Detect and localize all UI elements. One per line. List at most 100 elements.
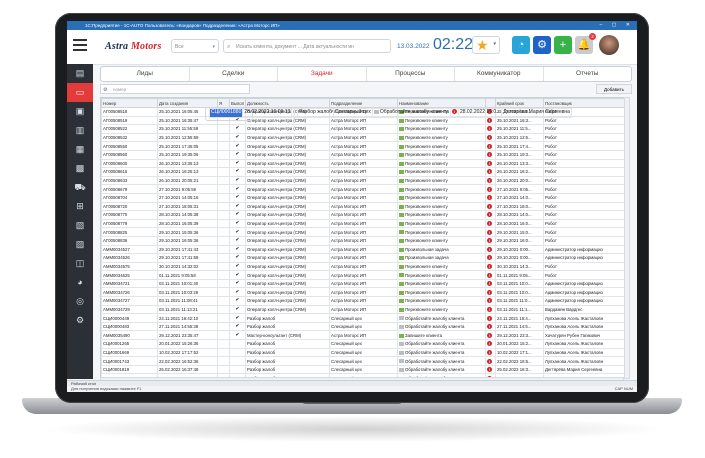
global-search-input[interactable]: ⌕ Искать клиента, документ ... Дата актуа… <box>223 39 391 53</box>
sidebar-item-warehouse[interactable]: ▨ <box>67 235 93 254</box>
table-row[interactable]: АГ00508522 25.10.2021 11:55:59 ✔ Оператор к… <box>101 124 625 134</box>
table-row[interactable]: АГ00508615 26.10.2021 16:25:13 ✔ Оператор к… <box>101 167 625 177</box>
table-cell: ! <box>485 158 496 169</box>
add-button[interactable]: + <box>554 36 572 54</box>
table-cell: ! <box>485 364 496 375</box>
user-avatar[interactable] <box>599 35 619 55</box>
sidebar-item-finance[interactable]: ▧ <box>67 216 93 235</box>
table-cell: СЦИ0001743 <box>101 356 158 366</box>
tasks-table: Номер Дата создания Я Выпол Должность Подразд… <box>100 97 626 379</box>
table-cell: Астра Моторс ИП <box>329 158 398 169</box>
favorites-button[interactable]: ★ ▾ <box>472 36 500 54</box>
vertical-scrollbar[interactable] <box>624 97 630 379</box>
table-row[interactable]: СЦИ0001880 28.02.2022 16:09:13 Разбор жало… <box>205 107 572 121</box>
sidebar-item-calendar[interactable]: ▦ <box>67 140 93 159</box>
table-row[interactable]: АГ00508550 25.10.2021 17:45:05 ✔ Оператор к… <box>101 141 625 151</box>
table-cell: Слесарный цех <box>329 313 398 323</box>
table-cell: Астра Моторс ИП <box>329 235 398 246</box>
table-row[interactable]: АГ00508704 27.10.2021 14:05:16 ✔ Оператор к… <box>101 192 625 203</box>
chevron-down-icon: ▾ <box>212 44 215 50</box>
add-task-button[interactable]: Добавить <box>596 84 632 94</box>
table-cell <box>217 304 230 315</box>
table-row[interactable]: СЦИ0001743 22.02.2022 16:52:36 Разбор жало… <box>101 356 625 366</box>
table-row[interactable]: СЦИ0000449 24.11.2021 16:42:10 ✔ Разбор жал… <box>101 313 625 323</box>
table-row[interactable]: АММ0034727 03.11.2021 11:08:41 ✔ Оператор к… <box>101 296 625 306</box>
table-row[interactable]: АММ0035490 29.12.2021 23:35:47 ✔ Мастер-кон… <box>101 330 625 341</box>
column-header[interactable]: Постановщик <box>543 98 625 108</box>
sidebar-item-settings[interactable]: ⚙ <box>67 311 93 330</box>
table-row[interactable]: СЦИ0001819 25.02.2022 16:37:48 Разбор жало… <box>101 364 625 375</box>
overdue-alert-icon: ! <box>487 246 492 252</box>
tab-processes[interactable]: Процессы <box>367 67 455 81</box>
table-cell: Разбор жалоб <box>245 356 330 366</box>
table-row[interactable]: СЦИ0000483 27.11.2021 14:55:38 ✔ Разбор жал… <box>101 321 625 332</box>
table-row[interactable]: АГ00508600 26.10.2021 13:35:13 ✔ Оператор к… <box>101 158 625 169</box>
overdue-alert-icon: ! <box>487 289 492 295</box>
table-cell: 01.11.2021 9:05:58 <box>157 270 218 280</box>
gear-icon[interactable]: ⚙ <box>533 36 551 54</box>
history-button[interactable]: ◔ <box>512 36 530 54</box>
tab-leads[interactable]: Лиды <box>101 67 190 81</box>
sidebar-item-shop[interactable]: ⊞ <box>67 197 93 216</box>
done-check: ✔ <box>229 253 246 263</box>
table-row[interactable]: АГ00508770 28.10.2021 14:05:38 ✔ Оператор к… <box>101 210 625 220</box>
column-header[interactable]: Подразделение <box>329 98 398 108</box>
table-row[interactable]: АГ00508560 25.10.2021 19:35:06 ✔ Оператор к… <box>101 149 625 160</box>
table-row[interactable]: АММ0034527 29.10.2021 17:41:43 ✔ Оператор к… <box>101 244 625 255</box>
sidebar-item-tasks[interactable]: ▭ <box>67 83 93 102</box>
table-row[interactable]: АГ00508532 25.10.2021 12:55:59 ✔ Оператор к… <box>101 132 625 143</box>
table-row[interactable]: СЦИ0001265 20.01.2022 15:26:36 Разбор жало… <box>101 339 625 349</box>
sidebar-item-vehicles[interactable]: ⛟ <box>67 178 93 197</box>
sidebar-item-inventory[interactable]: ▩ <box>67 159 93 178</box>
table-row[interactable]: АММ0034726 03.11.2021 10:03:29 ✔ Оператор к… <box>101 287 625 298</box>
menu-icon[interactable] <box>73 39 87 54</box>
table-cell: Астра Моторс ИП <box>329 287 398 298</box>
scope-select[interactable]: Все ▾ <box>171 39 219 53</box>
task-type-icon <box>399 178 404 183</box>
table-cell <box>217 235 230 246</box>
done-check <box>229 347 246 358</box>
table-cell <box>217 321 230 332</box>
tab-deals[interactable]: Сделки <box>190 67 278 81</box>
table-cell: Робот <box>543 261 625 272</box>
task-type-icon <box>399 299 404 304</box>
column-header[interactable] <box>485 98 496 108</box>
table-cell: АГ00508532 <box>101 132 158 143</box>
task-name: Обработайте жалобу клиента <box>405 315 465 321</box>
table-cell: ! <box>485 356 496 366</box>
table-row[interactable]: АГ00508633 26.10.2021 20:05:21 ✔ Оператор к… <box>101 175 625 186</box>
sidebar-item-contacts[interactable]: ▣ <box>67 102 93 121</box>
task-name: Перезвоните клиенту <box>405 212 448 218</box>
sidebar-item-dashboard[interactable]: ▤ <box>67 64 93 83</box>
filter-input[interactable]: ⚙ номер <box>100 84 250 94</box>
sidebar-item-cashbox[interactable]: ▥ <box>67 121 93 140</box>
sidebar-item-targets[interactable]: ◎ <box>67 292 93 311</box>
table-row[interactable]: АММ0034625 01.11.2021 9:05:58 ✔ Оператор ко… <box>101 270 625 280</box>
star-icon: ★ <box>476 37 489 53</box>
column-header[interactable]: Наименование <box>397 98 486 108</box>
table-cell: 29.10.2021 15:0... <box>495 227 544 237</box>
column-header[interactable]: Номер <box>101 98 158 108</box>
table-cell: АММ0034625 <box>101 270 158 280</box>
table-cell: Астра Моторс ИП <box>329 304 398 315</box>
calendar-icon: ▦ <box>75 144 85 154</box>
tab-communicator[interactable]: Коммуникатор <box>455 67 544 81</box>
table-row[interactable]: АММ0034729 03.11.2021 11:13:21 ✔ Оператор к… <box>101 304 625 315</box>
table-row[interactable]: АГ00508825 29.10.2021 15:05:36 ✔ Оператор к… <box>101 227 625 237</box>
column-header[interactable]: Крайний срок <box>495 98 544 108</box>
table-row[interactable]: АММ0034526 29.10.2021 17:41:59 ✔ Оператор к… <box>101 253 625 263</box>
table-row[interactable]: АГ00508720 27.10.2021 18:05:31 ✔ Оператор к… <box>101 201 625 212</box>
table-cell: Лупханова Асель Жасталовн <box>543 356 625 366</box>
window-controls[interactable]: – ▢ ✕ <box>600 21 634 30</box>
sidebar-item-analytics[interactable]: ◕ <box>67 273 93 292</box>
column-header[interactable]: Должность <box>245 98 330 108</box>
table-row[interactable]: АММ0034575 30.10.2021 14:32:02 ✔ Оператор к… <box>101 261 625 272</box>
tab-tasks[interactable]: Задачи <box>278 67 367 81</box>
table-row[interactable]: СЦИ0001669 10.02.2022 17:17:52 Разбор жало… <box>101 347 625 358</box>
table-row[interactable]: АГ00508679 27.10.2021 9:05:59 ✔ Оператор ко… <box>101 184 625 194</box>
table-row[interactable]: АММ0034721 03.11.2021 10:01:40 ✔ Оператор к… <box>101 278 625 289</box>
table-row[interactable]: АГ00508779 28.10.2021 16:05:39 ✔ Оператор к… <box>101 218 625 229</box>
tab-reports[interactable]: Отчеты <box>544 67 632 81</box>
sidebar-item-reports[interactable]: ◫ <box>67 254 93 273</box>
table-row[interactable]: АГ00508836 29.10.2021 16:05:36 ✔ Оператор к… <box>101 235 625 246</box>
